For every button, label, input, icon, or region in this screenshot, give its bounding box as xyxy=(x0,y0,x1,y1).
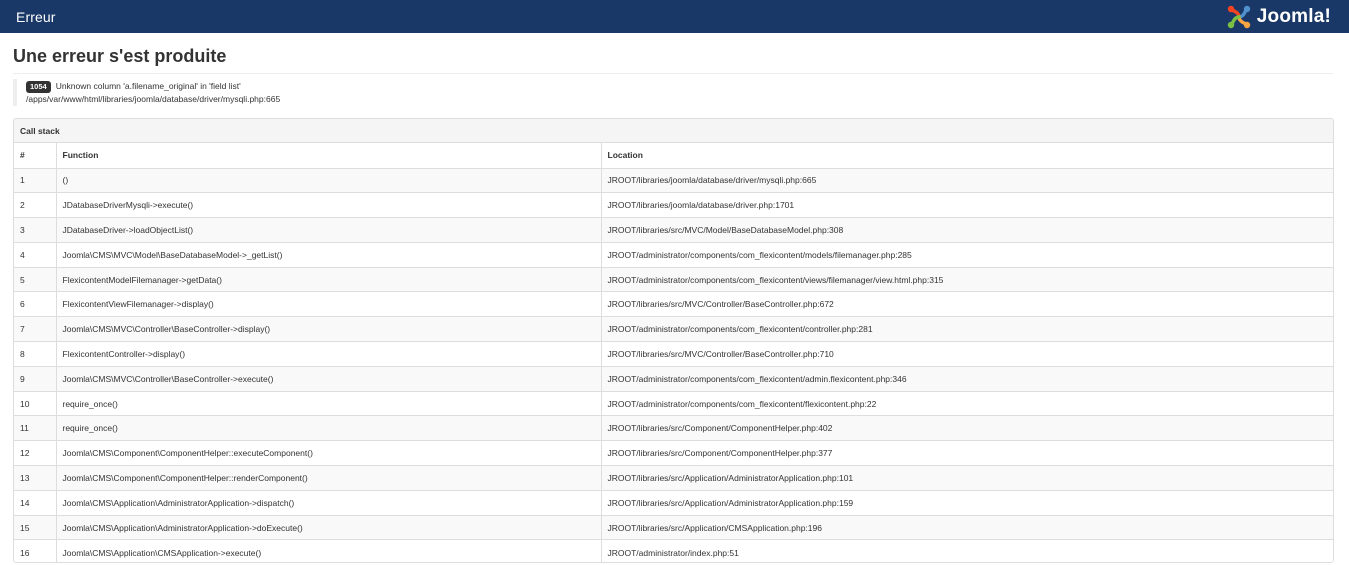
table-row: 4 Joomla\CMS\MVC\Model\BaseDatabaseModel-… xyxy=(14,242,1333,268)
column-header-function: Function xyxy=(56,143,602,169)
table-row: 11 require_once() JROOT/libraries/src/Comp… xyxy=(14,415,1333,442)
call-stack-title: Call stack xyxy=(14,119,1333,143)
stack-frame-location: JROOT/administrator/components/com_flexi… xyxy=(601,366,1333,392)
stack-frame-number: 16 xyxy=(14,539,57,562)
stack-frame-function: Joomla\CMS\Component\ComponentHelper::re… xyxy=(56,465,602,491)
stack-frame-number: 9 xyxy=(14,366,57,392)
table-row: 9 Joomla\CMS\MVC\Controller\BaseControlle… xyxy=(14,366,1333,392)
stack-frame-location: JROOT/administrator/components/com_flexi… xyxy=(601,391,1333,417)
table-row: 15 Joomla\CMS\Application\AdministratorAp… xyxy=(14,515,1333,541)
stack-frame-function: FlexicontentModelFilemanager->getData() xyxy=(56,267,602,293)
stack-frame-function: require_once() xyxy=(56,391,602,417)
stack-frame-number: 8 xyxy=(14,341,57,367)
stack-frame-function: require_once() xyxy=(56,415,602,442)
stack-frame-number: 2 xyxy=(14,192,57,219)
stack-frame-location: JROOT/libraries/src/Application/CMSAppli… xyxy=(601,515,1333,541)
stack-frame-number: 14 xyxy=(14,490,57,516)
table-row: 7 Joomla\CMS\MVC\Controller\BaseControlle… xyxy=(14,316,1333,343)
stack-frame-location: JROOT/libraries/src/Application/Administ… xyxy=(601,465,1333,491)
stack-frame-location: JROOT/administrator/components/com_flexi… xyxy=(601,242,1333,268)
call-stack-table: # Function Location 1() JROOT/libraries/j… xyxy=(14,143,1333,562)
stack-frame-number: 13 xyxy=(14,465,57,491)
stack-frame-location: JROOT/libraries/joomla/database/driver.p… xyxy=(601,192,1333,219)
stack-frame-location: JROOT/administrator/index.php:51 xyxy=(601,539,1333,562)
stack-frame-function: Joomla\CMS\MVC\Model\BaseDatabaseModel->… xyxy=(56,242,602,268)
stack-frame-number: 4 xyxy=(14,242,57,268)
call-stack-panel: Call stack # Function Location 1() JROOT/… xyxy=(13,118,1334,563)
stack-frame-location: JROOT/libraries/src/Component/ComponentH… xyxy=(601,440,1333,467)
error-file-path: /apps/var/www/html/libraries/joomla/data… xyxy=(26,94,281,104)
stack-frame-function: Joomla\CMS\MVC\Controller\BaseController… xyxy=(56,316,602,343)
table-row: 8 FlexicontentController->display() JROOT/… xyxy=(14,341,1333,367)
stack-frame-location: JROOT/libraries/src/Component/ComponentH… xyxy=(601,415,1333,442)
stack-frame-number: 1 xyxy=(14,168,57,194)
table-row: 12 Joomla\CMS\Component\ComponentHelper::… xyxy=(14,440,1333,467)
call-stack-rows: 1() JROOT/libraries/joomla/database/drive… xyxy=(14,168,1333,562)
stack-frame-location: JROOT/administrator/components/com_flexi… xyxy=(601,316,1333,343)
error-code-badge: 1054 xyxy=(26,80,51,93)
stack-frame-function: Joomla\CMS\Application\AdministratorAppl… xyxy=(56,490,602,516)
table-row: 10 require_once() JROOT/administrator/comp… xyxy=(14,391,1333,417)
stack-frame-number: 12 xyxy=(14,440,57,467)
stack-frame-function: FlexicontentViewFilemanager->display() xyxy=(56,291,602,318)
error-message: Unknown column 'a.filename_original' in … xyxy=(55,81,241,91)
stack-frame-function: Joomla\CMS\Application\AdministratorAppl… xyxy=(56,515,602,541)
stack-frame-location: JROOT/libraries/src/MVC/Controller/BaseC… xyxy=(601,291,1333,318)
table-row: 14 Joomla\CMS\Application\AdministratorAp… xyxy=(14,490,1333,516)
stack-frame-number: 15 xyxy=(14,515,57,541)
header-title: Erreur xyxy=(16,8,56,25)
table-row: 6 FlexicontentViewFilemanager->display() J… xyxy=(14,291,1333,318)
stack-frame-number: 11 xyxy=(14,415,57,442)
table-row: 16 Joomla\CMS\Application\CMSApplication-… xyxy=(14,539,1333,562)
table-row: 2 JDatabaseDriverMysqli->execute() JROOT/l… xyxy=(14,192,1333,219)
stack-frame-location: JROOT/libraries/src/MVC/Controller/BaseC… xyxy=(601,341,1333,367)
error-message-block: 1054 Unknown column 'a.filename_original… xyxy=(13,79,280,106)
stack-frame-function: Joomla\CMS\MVC\Controller\BaseController… xyxy=(56,366,602,392)
error-line: 1054 Unknown column 'a.filename_original… xyxy=(26,80,280,93)
stack-frame-function: () xyxy=(56,168,602,194)
joomla-wordmark: Joomla! xyxy=(1256,5,1331,27)
top-bar: Erreur Joomla! xyxy=(0,0,1349,33)
stack-frame-number: 6 xyxy=(14,291,57,318)
stack-frame-function: FlexicontentController->display() xyxy=(56,341,602,367)
stack-frame-number: 3 xyxy=(14,217,57,243)
stack-frame-location: JROOT/libraries/src/Application/Administ… xyxy=(601,490,1333,516)
column-header-number: # xyxy=(14,143,57,169)
stack-frame-number: 7 xyxy=(14,316,57,343)
column-header-location: Location xyxy=(601,143,1333,169)
stack-frame-location: JROOT/libraries/src/MVC/Model/BaseDataba… xyxy=(601,217,1333,243)
joomla-logo[interactable]: Joomla! xyxy=(1226,4,1331,30)
stack-frame-location: JROOT/libraries/joomla/database/driver/m… xyxy=(601,168,1333,194)
stack-frame-location: JROOT/administrator/components/com_flexi… xyxy=(601,267,1333,293)
table-row: 1() JROOT/libraries/joomla/database/drive… xyxy=(14,168,1333,194)
page-title: Une erreur s'est produite xyxy=(13,46,227,66)
stack-frame-number: 5 xyxy=(14,267,57,293)
heading-divider xyxy=(13,73,1333,74)
stack-frame-number: 10 xyxy=(14,391,57,417)
table-row: 3 JDatabaseDriver->loadObjectList() JROOT/… xyxy=(14,217,1333,243)
stack-frame-function: JDatabaseDriver->loadObjectList() xyxy=(56,217,602,243)
table-row: 13 Joomla\CMS\Component\ComponentHelper::… xyxy=(14,465,1333,491)
table-row: 5 FlexicontentModelFilemanager->getData()… xyxy=(14,267,1333,293)
stack-frame-function: Joomla\CMS\Component\ComponentHelper::ex… xyxy=(56,440,602,467)
joomla-logo-icon xyxy=(1227,5,1250,28)
stack-frame-function: Joomla\CMS\Application\CMSApplication->e… xyxy=(56,539,602,562)
table-header-row: # Function Location xyxy=(14,143,1333,169)
stack-frame-function: JDatabaseDriverMysqli->execute() xyxy=(56,192,602,219)
